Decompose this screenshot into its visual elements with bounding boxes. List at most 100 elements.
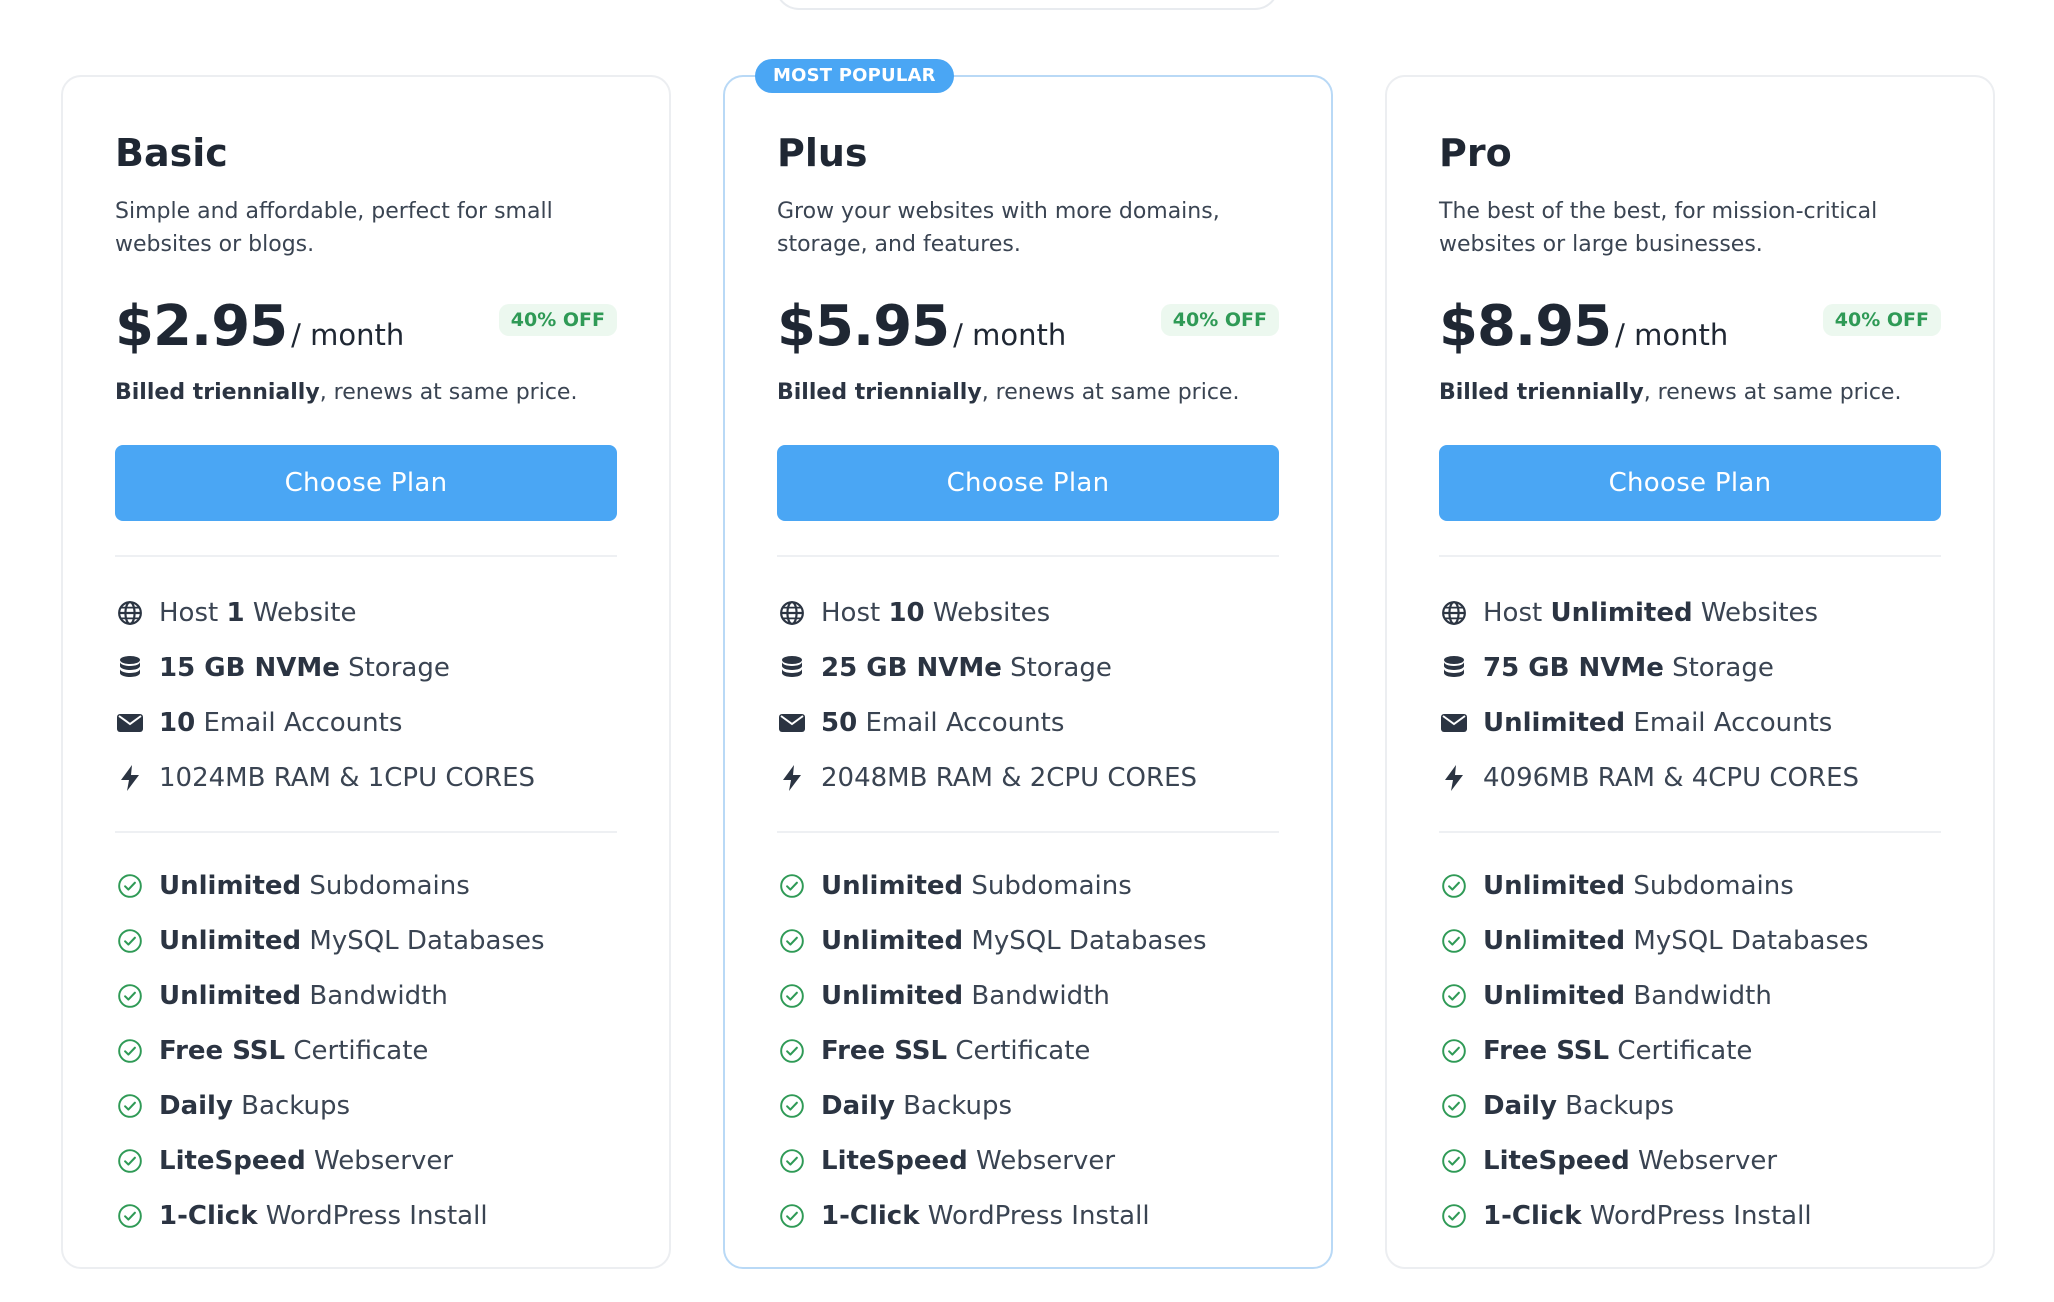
check-circle-icon [115, 1091, 145, 1121]
most-popular-badge: MOST POPULAR [755, 59, 954, 93]
bolt-icon [115, 763, 145, 793]
spec-text: Unlimited Email Accounts [1483, 708, 1832, 738]
spec-value: 10 [888, 597, 925, 628]
billing-toggle-container [775, 0, 1279, 10]
price-period: / month [291, 318, 405, 352]
spec-value: 10 [159, 707, 196, 738]
feature-item: Unlimited Bandwidth [115, 968, 617, 1023]
discount-badge: 40% OFF [498, 304, 617, 336]
check-circle-icon [1439, 926, 1469, 956]
feature-text: Unlimited MySQL Databases [821, 926, 1207, 956]
feature-text: LiteSpeed Webserver [159, 1146, 453, 1176]
feature-highlight: LiteSpeed [1483, 1145, 1630, 1176]
choose-plan-button[interactable]: Choose Plan [777, 445, 1279, 521]
price-group: $8.95/ month [1439, 295, 1728, 359]
feature-highlight: Unlimited [159, 925, 302, 956]
check-circle-icon [1439, 1091, 1469, 1121]
feature-highlight: LiteSpeed [159, 1145, 306, 1176]
choose-plan-button[interactable]: Choose Plan [115, 445, 617, 521]
bolt-icon [1439, 763, 1469, 793]
billing-renewal: , renews at same price. [981, 380, 1240, 405]
feature-text: Unlimited Subdomains [821, 871, 1132, 901]
bolt-icon [777, 763, 807, 793]
feature-label: Backups [1556, 1090, 1675, 1121]
spec-list: Host 10 Websites 25 GB NVMe Storage 50 Ema… [777, 585, 1279, 805]
billing-term: Billed triennially [777, 380, 982, 405]
feature-label: WordPress Install [257, 1200, 488, 1231]
spec-text: Host 1 Website [159, 598, 356, 628]
feature-item: Unlimited Bandwidth [777, 968, 1279, 1023]
spec-suffix: Email Accounts [1625, 707, 1833, 738]
billing-term: Billed triennially [115, 380, 320, 405]
feature-item: 1-Click WordPress Install [1439, 1188, 1941, 1243]
check-circle-icon [777, 871, 807, 901]
plan-name: Plus [777, 131, 868, 175]
feature-text: Unlimited MySQL Databases [1483, 926, 1869, 956]
feature-label: Bandwidth [963, 980, 1110, 1011]
feature-item: LiteSpeed Webserver [115, 1133, 617, 1188]
feature-text: 1-Click WordPress Install [821, 1201, 1150, 1231]
feature-item: LiteSpeed Webserver [777, 1133, 1279, 1188]
spec-text: Host 10 Websites [821, 598, 1050, 628]
feature-item: Unlimited Subdomains [115, 858, 617, 913]
spec-item: 50 Email Accounts [777, 695, 1279, 750]
feature-highlight: Unlimited [159, 980, 302, 1011]
feature-label: WordPress Install [1581, 1200, 1812, 1231]
check-circle-icon [777, 1091, 807, 1121]
feature-item: LiteSpeed Webserver [1439, 1133, 1941, 1188]
plan-card-plus: MOST POPULAR Plus Grow your websites with … [723, 59, 1333, 1269]
billing-note: Billed triennially, renews at same price… [777, 377, 1279, 409]
check-circle-icon [115, 981, 145, 1011]
spec-value: 50 [821, 707, 858, 738]
spec-text: 2048MB RAM & 2CPU CORES [821, 763, 1197, 793]
price-row: $2.95/ month 40% OFF [115, 289, 617, 359]
spec-text: 15 GB NVMe Storage [159, 653, 450, 683]
feature-highlight: Daily [1483, 1090, 1557, 1121]
spec-value: 75 GB NVMe [1483, 652, 1664, 683]
feature-label: Bandwidth [301, 980, 448, 1011]
spec-text: 4096MB RAM & 4CPU CORES [1483, 763, 1859, 793]
pricing-cards: Basic Simple and affordable, perfect for … [61, 59, 1995, 1269]
feature-text: 1-Click WordPress Install [1483, 1201, 1812, 1231]
spec-suffix: Websites [924, 597, 1051, 628]
feature-label: MySQL Databases [1625, 925, 1869, 956]
check-circle-icon [1439, 981, 1469, 1011]
feature-text: LiteSpeed Webserver [821, 1146, 1115, 1176]
divider [777, 831, 1279, 833]
spec-value: Unlimited [1483, 707, 1626, 738]
plan-name: Basic [115, 131, 228, 175]
feature-highlight: Unlimited [1483, 925, 1626, 956]
globe-icon [777, 598, 807, 628]
plan-price: $8.95 [1439, 294, 1612, 359]
feature-label: Backups [232, 1090, 351, 1121]
feature-label: Certificate [1609, 1035, 1753, 1066]
feature-highlight: LiteSpeed [821, 1145, 968, 1176]
price-group: $2.95/ month [115, 295, 404, 359]
globe-icon [115, 598, 145, 628]
discount-badge: 40% OFF [1160, 304, 1279, 336]
spec-value: Unlimited [1550, 597, 1693, 628]
check-circle-icon [777, 1201, 807, 1231]
feature-item: Free SSL Certificate [777, 1023, 1279, 1078]
plan-price: $2.95 [115, 294, 288, 359]
feature-label: Webserver [305, 1145, 454, 1176]
divider [1439, 555, 1941, 557]
feature-label: Bandwidth [1625, 980, 1772, 1011]
feature-item: Unlimited MySQL Databases [1439, 913, 1941, 968]
feature-item: Daily Backups [115, 1078, 617, 1133]
check-circle-icon [777, 1146, 807, 1176]
divider [115, 831, 617, 833]
check-circle-icon [1439, 871, 1469, 901]
spec-item: 75 GB NVMe Storage [1439, 640, 1941, 695]
feature-text: Daily Backups [821, 1091, 1012, 1121]
feature-list: Unlimited Subdomains Unlimited MySQL Data… [115, 858, 617, 1243]
divider [1439, 831, 1941, 833]
feature-label: Certificate [947, 1035, 1091, 1066]
choose-plan-button[interactable]: Choose Plan [1439, 445, 1941, 521]
feature-list: Unlimited Subdomains Unlimited MySQL Data… [777, 858, 1279, 1243]
divider [115, 555, 617, 557]
feature-highlight: Daily [821, 1090, 895, 1121]
spec-item: 15 GB NVMe Storage [115, 640, 617, 695]
feature-item: Unlimited MySQL Databases [115, 913, 617, 968]
feature-text: Unlimited MySQL Databases [159, 926, 545, 956]
